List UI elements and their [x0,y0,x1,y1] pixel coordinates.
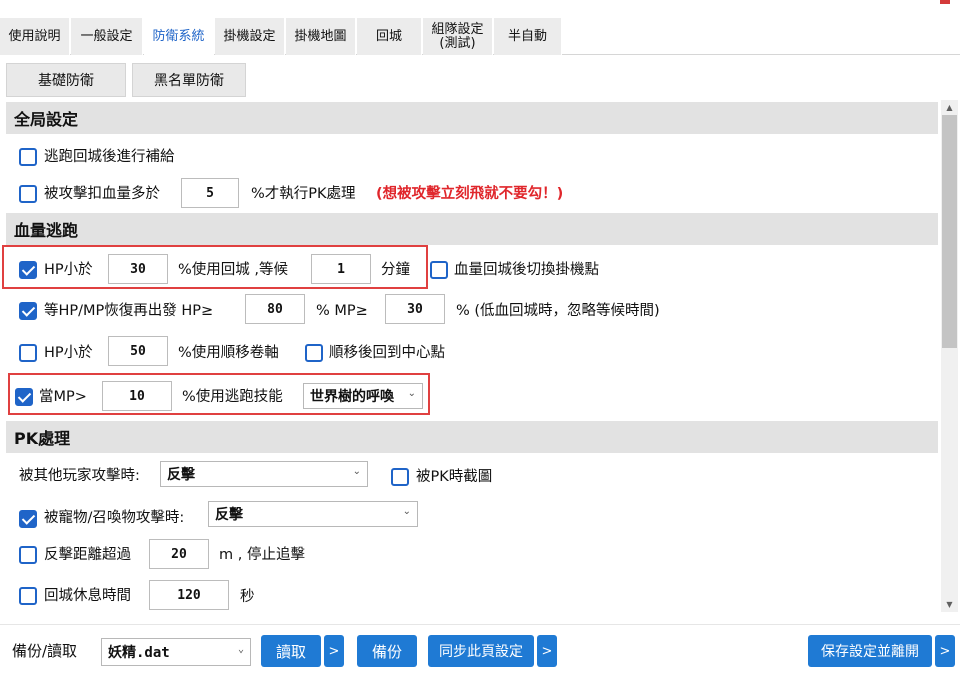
chevron-down-icon: ⌄ [402,506,411,517]
hp-return-label: HP小於 [44,262,93,278]
chevron-down-icon: ⌄ [352,466,361,477]
teleport-label: HP小於 [44,345,93,361]
mp-skill-mid: %使用逃跑技能 [182,389,283,405]
rest-checkbox[interactable] [19,587,37,605]
supply-label: 逃跑回城後進行補給 [44,149,175,165]
backup-button[interactable]: 備份 [357,635,417,667]
tab-party[interactable]: 組隊設定 (測試) [423,18,493,55]
damage-label: 被攻擊扣血量多於 [44,186,160,202]
player-action-select[interactable]: 反擊 ⌄ [160,461,368,487]
distance-suffix: m , 停止追擊 [219,547,305,563]
tab-general[interactable]: 一般設定 [71,18,143,55]
wait-input[interactable]: 1 [311,254,371,284]
section-escape: 血量逃跑 [6,213,938,245]
backup-file-value: 妖精.dat [108,645,170,661]
save-more-button[interactable]: > [935,635,955,667]
mp-skill-label: 當MP> [39,389,87,405]
tab-usage[interactable]: 使用說明 [0,18,70,55]
sync-more-button[interactable]: > [537,635,557,667]
scroll-down-icon[interactable]: ▼ [941,597,958,612]
mp-skill-input[interactable]: 10 [102,381,172,411]
hp-return-input[interactable]: 30 [108,254,168,284]
tab-idle-settings[interactable]: 掛機設定 [215,18,285,55]
switch-spot-checkbox[interactable] [430,261,448,279]
hp-return-checkbox[interactable] [19,261,37,279]
scrollbar-thumb[interactable] [942,115,957,348]
pet-attack-checkbox[interactable] [19,510,37,528]
teleport-mid: %使用順移卷軸 [178,345,279,361]
skill-select-value: 世界樹的呼喚 [310,389,394,405]
window-accent [940,0,950,4]
read-button[interactable]: 讀取 [261,635,321,667]
section-global: 全局設定 [6,102,938,134]
rest-label: 回城休息時間 [44,588,131,604]
pk-screenshot-label: 被PK時截圖 [416,469,493,485]
tab-semi-auto[interactable]: 半自動 [494,18,562,55]
tab-idle-map[interactable]: 掛機地圖 [286,18,356,55]
wait-unit: 分鐘 [381,262,410,278]
sync-page-button[interactable]: 同步此頁設定 [428,635,534,667]
backup-label: 備份/讀取 [12,642,78,660]
recover-mid: % MP≥ [316,303,368,319]
distance-checkbox[interactable] [19,546,37,564]
teleport-checkbox[interactable] [19,344,37,362]
recover-mp-input[interactable]: 30 [385,294,445,324]
damage-suffix: %才執行PK處理 [251,186,356,202]
supply-checkbox[interactable] [19,148,37,166]
section-pk: PK處理 [6,421,938,453]
rest-input[interactable]: 120 [149,580,229,610]
tab-bar: 使用說明 一般設定 防衛系統 掛機設定 掛機地圖 回城 組隊設定 (測試) 半自… [0,18,960,55]
hp-return-mid: %使用回城 ,等候 [178,262,288,278]
scroll-up-icon[interactable]: ▲ [941,100,958,115]
read-more-button[interactable]: > [324,635,344,667]
pet-action-value: 反擊 [215,507,243,523]
subtab-basic-defense[interactable]: 基礎防衛 [6,63,126,97]
damage-warning: (想被攻擊立刻飛就不要勾！) [376,186,564,202]
pet-action-select[interactable]: 反擊 ⌄ [208,501,418,527]
damage-checkbox[interactable] [19,185,37,203]
distance-input[interactable]: 20 [149,539,209,569]
save-exit-button[interactable]: 保存設定並離開 [808,635,932,667]
subtab-blacklist-defense[interactable]: 黑名單防衛 [132,63,246,97]
footer-bar: 備份/讀取 妖精.dat ⌄ 讀取 > 備份 同步此頁設定 > 保存設定並離開 … [0,624,960,676]
player-attack-label: 被其他玩家攻擊時: [19,468,140,484]
chevron-down-icon: ⌄ [407,388,416,399]
pet-attack-label: 被寵物/召喚物攻擊時: [44,510,185,526]
teleport-input[interactable]: 50 [108,336,168,366]
recover-hp-input[interactable]: 80 [245,294,305,324]
damage-input[interactable]: 5 [181,178,239,208]
center-label: 順移後回到中心點 [329,345,445,361]
distance-label: 反擊距離超過 [44,547,131,563]
recover-checkbox[interactable] [19,302,37,320]
mp-skill-checkbox[interactable] [15,388,33,406]
pk-screenshot-checkbox[interactable] [391,468,409,486]
recover-label: 等HP/MP恢復再出發 HP≥ [44,303,214,319]
rest-unit: 秒 [240,589,255,605]
switch-spot-label: 血量回城後切換掛機點 [454,262,599,278]
tab-defense[interactable]: 防衛系統 [144,18,214,55]
player-action-value: 反擊 [167,467,195,483]
center-checkbox[interactable] [305,344,323,362]
skill-select[interactable]: 世界樹的呼喚 ⌄ [303,383,423,409]
backup-file-select[interactable]: 妖精.dat ⌄ [101,638,251,666]
tab-return-town[interactable]: 回城 [357,18,422,55]
chevron-down-icon: ⌄ [237,644,244,655]
recover-note: % (低血回城時，忽略等候時間) [456,303,660,319]
settings-panel: 全局設定 逃跑回城後進行補給 被攻擊扣血量多於 5 %才執行PK處理 (想被攻擊… [0,100,958,620]
